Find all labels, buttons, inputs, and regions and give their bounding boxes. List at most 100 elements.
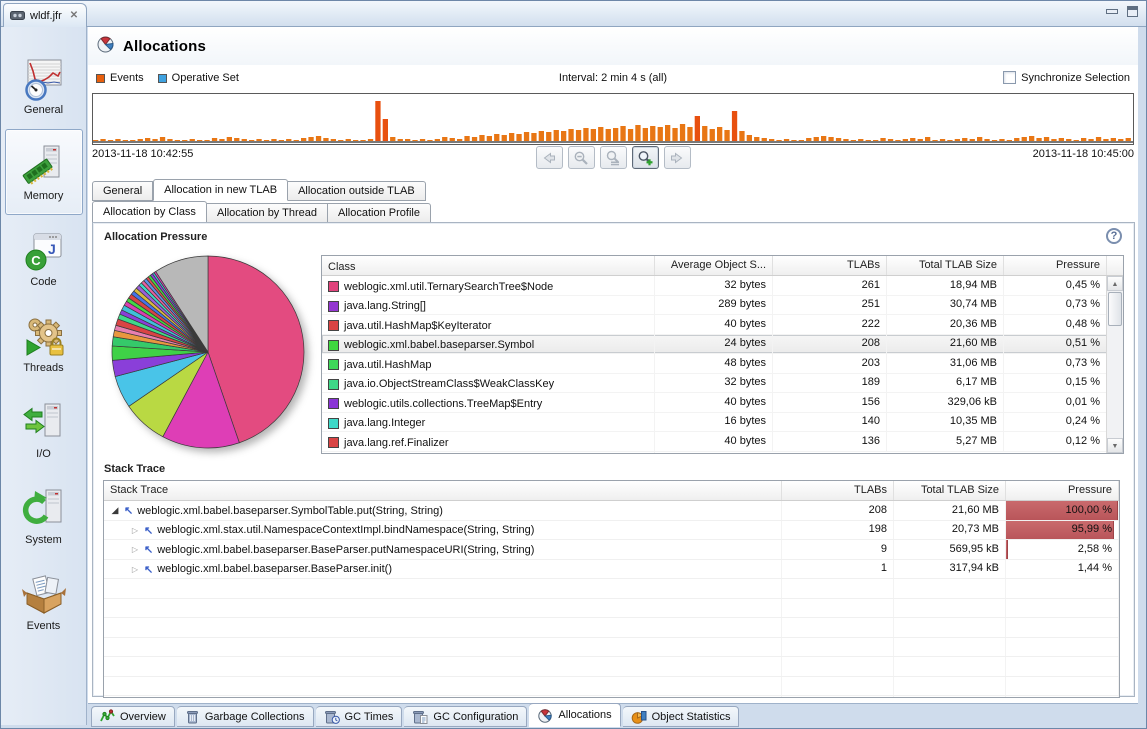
stack-frame-cell: ▷ ↖ weblogic.xml.babel.baseparser.BasePars… bbox=[104, 540, 782, 559]
allocation-pie-chart[interactable] bbox=[109, 253, 309, 451]
page-tab-object-statistics[interactable]: Object Statistics bbox=[622, 706, 740, 727]
page-header: Allocations bbox=[88, 27, 1138, 65]
expand-icon[interactable]: ▷ bbox=[130, 565, 140, 574]
avg-object-size-cell: 40 bytes bbox=[655, 432, 773, 451]
class-cell: weblogic.xml.babel.baseparser.Symbol bbox=[322, 334, 655, 353]
expand-icon[interactable]: ▷ bbox=[130, 545, 140, 554]
tlabs-cell: 140 bbox=[773, 412, 887, 431]
help-icon[interactable]: ? bbox=[1106, 228, 1122, 244]
table-row[interactable]: java.lang.ref.Finalizer 40 bytes 136 5,27 M… bbox=[322, 432, 1123, 452]
tab-allocation-outside-tlab[interactable]: Allocation outside TLAB bbox=[288, 181, 426, 201]
table-row[interactable]: weblogic.xml.util.TernarySearchTree$Node… bbox=[322, 276, 1123, 296]
stack-trace-table: Stack Trace TLABs Total TLAB Size Pressure … bbox=[103, 480, 1120, 698]
pressure-value: 2,58 % bbox=[1077, 542, 1112, 555]
sidebar-item-memory[interactable]: Memory bbox=[4, 129, 83, 215]
total-tlab-size-cell: 20,36 MB bbox=[887, 315, 1004, 334]
stack-table-column-total-tlab-size[interactable]: Total TLAB Size bbox=[894, 481, 1006, 500]
class-table-column-pressure[interactable]: Pressure bbox=[1004, 256, 1107, 275]
editor-tab-wldf-jfr[interactable]: wldf.jfr ✕ bbox=[3, 3, 88, 27]
page-tab-gc-times[interactable]: GC Times bbox=[315, 706, 403, 727]
total-tlab-size-cell: 10,35 MB bbox=[887, 412, 1004, 431]
stack-table-column-stack-trace[interactable]: Stack Trace bbox=[104, 481, 782, 500]
tab-allocation-by-class[interactable]: Allocation by Class bbox=[92, 201, 207, 223]
page-tab-overview[interactable]: Overview bbox=[91, 706, 175, 727]
tab-general[interactable]: General bbox=[92, 181, 154, 201]
tab-allocation-in-new-tlab[interactable]: Allocation in new TLAB bbox=[153, 179, 289, 201]
expand-icon[interactable]: ▷ bbox=[130, 526, 140, 535]
total-tlab-size-cell: 20,73 MB bbox=[894, 520, 1006, 539]
sidebar-item-events[interactable]: Events bbox=[5, 559, 83, 645]
svg-text:J: J bbox=[48, 241, 56, 257]
zoom-in-button[interactable] bbox=[631, 146, 659, 169]
total-tlab-size-cell: 329,06 kB bbox=[887, 393, 1004, 412]
stack-trace-table-header[interactable]: Stack Trace TLABs Total TLAB Size Pressure bbox=[104, 481, 1119, 501]
pressure-cell: 0,24 % bbox=[1004, 412, 1107, 431]
sidebar-item-i-o[interactable]: I/O bbox=[5, 387, 83, 473]
table-row[interactable]: java.io.ObjectStreamClass$WeakClassKey 32… bbox=[322, 373, 1123, 393]
pressure-bar bbox=[1006, 540, 1009, 559]
back-button bbox=[535, 146, 563, 169]
class-cell: weblogic.xml.util.TernarySearchTree$Node bbox=[322, 276, 655, 295]
table-row[interactable]: java.util.HashMap$KeyIterator 40 bytes 222… bbox=[322, 315, 1123, 335]
class-table-header[interactable]: Class Average Object S... TLABs Total TLAB … bbox=[322, 256, 1123, 276]
close-icon[interactable]: ✕ bbox=[70, 10, 78, 21]
class-cell: java.lang.ref.Finalizer bbox=[322, 432, 655, 451]
arrow-right-icon bbox=[669, 150, 685, 166]
page-tab-garbage-collections[interactable]: Garbage Collections bbox=[176, 706, 314, 727]
collapse-icon[interactable]: ◢ bbox=[110, 505, 120, 516]
table-row[interactable]: weblogic.xml.babel.baseparser.Symbol 24 b… bbox=[322, 334, 1123, 354]
synchronize-selection[interactable]: Synchronize Selection bbox=[1003, 71, 1130, 84]
class-name: java.util.HashMap bbox=[344, 358, 432, 371]
events-timeline-chart[interactable] bbox=[92, 93, 1134, 145]
stack-table-column-tlabs[interactable]: TLABs bbox=[782, 481, 894, 500]
stack-trace-row[interactable]: ▷ ↖ weblogic.xml.babel.baseparser.BasePars… bbox=[104, 540, 1119, 560]
table-row[interactable]: weblogic.utils.collections.TreeMap$Entry… bbox=[322, 393, 1123, 413]
scroll-up-icon[interactable]: ▲ bbox=[1107, 276, 1123, 291]
page-tab-allocations[interactable]: Allocations bbox=[529, 703, 621, 727]
empty-cell bbox=[894, 676, 1006, 695]
sidebar-item-system[interactable]: System bbox=[5, 473, 83, 559]
tlabs-cell: 198 bbox=[782, 520, 894, 539]
stack-trace-row[interactable]: ◢ ↖ weblogic.xml.babel.baseparser.SymbolTa… bbox=[104, 501, 1119, 521]
empty-cell bbox=[104, 637, 782, 656]
class-color-swatch bbox=[328, 281, 339, 292]
sidebar-item-code[interactable]: J C Code bbox=[5, 215, 83, 301]
stack-table-column-pressure[interactable]: Pressure bbox=[1006, 481, 1119, 500]
io-icon bbox=[22, 401, 66, 445]
sidebar-item-threads[interactable]: Threads bbox=[5, 301, 83, 387]
class-color-swatch bbox=[328, 398, 339, 409]
empty-cell bbox=[782, 676, 894, 695]
table-row[interactable]: java.util.HashMap 48 bytes 203 31,06 MB 0,73… bbox=[322, 354, 1123, 374]
sidebar-item-general[interactable]: General bbox=[5, 43, 83, 129]
class-table-column-average-object-s[interactable]: Average Object S... bbox=[655, 256, 773, 275]
tab-allocation-by-thread[interactable]: Allocation by Thread bbox=[206, 203, 329, 223]
system-icon bbox=[22, 487, 66, 531]
pressure-cell: 100,00 % bbox=[1006, 501, 1119, 520]
sidebar: General Memory J C Code Threads I/O System Event… bbox=[1, 27, 87, 725]
overview-icon bbox=[100, 709, 115, 724]
empty-cell bbox=[894, 657, 1006, 676]
scrollbar-thumb[interactable] bbox=[1108, 292, 1122, 326]
tlabs-cell: 1 bbox=[782, 559, 894, 578]
tlabs-cell: 208 bbox=[782, 501, 894, 520]
class-color-swatch bbox=[328, 300, 339, 312]
class-table-column-total-tlab-size[interactable]: Total TLAB Size bbox=[887, 256, 1004, 275]
class-table-column-class[interactable]: Class bbox=[322, 256, 655, 275]
empty-cell bbox=[782, 696, 894, 697]
synchronize-selection-checkbox[interactable] bbox=[1003, 71, 1017, 84]
maximize-icon[interactable] bbox=[1127, 6, 1138, 17]
page-tab-gc-configuration[interactable]: GC Configuration bbox=[404, 706, 528, 727]
arrow-left-icon bbox=[541, 150, 557, 166]
table-row[interactable]: java.lang.String[] 289 bytes 251 30,74 MB 0,… bbox=[322, 295, 1123, 315]
scroll-down-icon[interactable]: ▼ bbox=[1107, 438, 1123, 453]
class-table-column-tlabs[interactable]: TLABs bbox=[773, 256, 887, 275]
stack-trace-row[interactable]: ▷ ↖ weblogic.xml.stax.util.NamespaceContex… bbox=[104, 520, 1119, 540]
empty-cell bbox=[104, 579, 782, 598]
empty-cell bbox=[104, 696, 782, 697]
minimize-icon[interactable] bbox=[1106, 6, 1118, 15]
stack-trace-row[interactable]: ▷ ↖ weblogic.xml.babel.baseparser.BasePars… bbox=[104, 559, 1119, 579]
empty-cell bbox=[1006, 598, 1119, 617]
class-table-scrollbar[interactable]: ▲ ▼ bbox=[1106, 276, 1123, 453]
tab-allocation-profile[interactable]: Allocation Profile bbox=[328, 203, 431, 223]
table-row[interactable]: java.lang.Integer 16 bytes 140 10,35 MB 0,24… bbox=[322, 412, 1123, 432]
